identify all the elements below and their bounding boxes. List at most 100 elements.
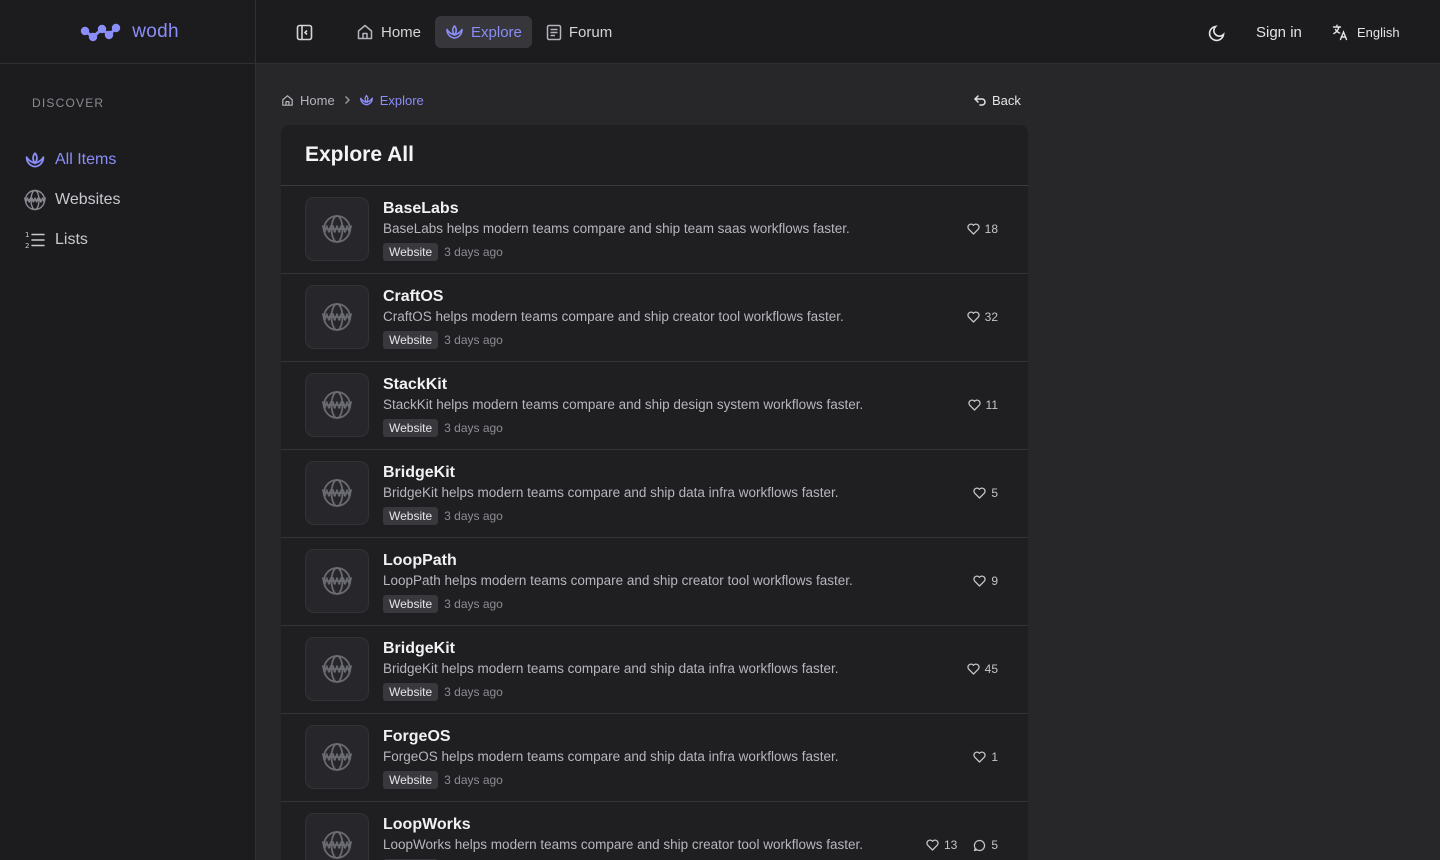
item-title[interactable]: BridgeKit	[383, 640, 455, 658]
item-title[interactable]: ForgeOS	[383, 728, 451, 746]
item-thumbnail: WWW	[305, 725, 369, 789]
like-count: 11	[985, 398, 998, 412]
nav-forum-label: Forum	[568, 23, 613, 41]
breadcrumb-home[interactable]: Home	[281, 93, 335, 108]
heart-icon	[967, 311, 980, 323]
svg-text:WWW: WWW	[322, 401, 352, 412]
item-stats: 9	[973, 574, 998, 588]
nav-forum[interactable]: Forum	[536, 16, 622, 48]
item-stats: 1	[973, 750, 998, 764]
item-meta: Website 3 days ago	[383, 683, 503, 701]
list-item[interactable]: WWW LoopPath LoopPath helps modern teams…	[281, 538, 1028, 626]
www-globe-icon: WWW	[322, 214, 352, 244]
item-title[interactable]: BaseLabs	[383, 200, 459, 218]
item-thumbnail: WWW	[305, 461, 369, 525]
item-timestamp: 3 days ago	[444, 421, 503, 435]
sidebar-item-label: All Items	[55, 151, 117, 168]
language-label: English	[1357, 24, 1400, 40]
svg-text:WWW: WWW	[322, 225, 352, 236]
nav-explore[interactable]: Explore	[435, 16, 532, 48]
like-count: 1	[991, 750, 998, 764]
list-item[interactable]: WWW ForgeOS ForgeOS helps modern teams c…	[281, 714, 1028, 802]
item-title[interactable]: LoopWorks	[383, 816, 471, 834]
language-selector[interactable]: English	[1322, 18, 1410, 46]
www-globe-icon: WWW	[322, 390, 352, 420]
sidebar-item-lists[interactable]: 1 2 Lists	[24, 220, 232, 260]
item-tag[interactable]: Website	[383, 683, 439, 701]
item-description: BaseLabs helps modern teams compare and …	[383, 221, 850, 236]
item-title[interactable]: LoopPath	[383, 552, 457, 570]
main-nav: Home Explore Forum	[346, 16, 622, 48]
www-globe-icon: WWW	[322, 742, 352, 772]
nav-explore-label: Explore	[471, 23, 522, 41]
item-tag[interactable]: Website	[383, 243, 439, 261]
like-count: 5	[991, 486, 998, 500]
list-item[interactable]: WWW BridgeKit BridgeKit helps modern tea…	[281, 626, 1028, 714]
sidebar-list: All Items WWW Websites 1 2 Lists	[24, 140, 232, 260]
home-icon	[356, 23, 374, 41]
sidebar-item-websites[interactable]: WWW Websites	[24, 180, 232, 220]
item-thumbnail: WWW	[305, 637, 369, 701]
item-list: WWW BaseLabs BaseLabs helps modern teams…	[281, 186, 1028, 860]
sidebar-toggle-button[interactable]	[292, 20, 316, 44]
moon-icon	[1208, 23, 1227, 42]
like-count: 9	[991, 574, 998, 588]
like-button[interactable]: 18	[967, 222, 998, 236]
item-description: StackKit helps modern teams compare and …	[383, 397, 864, 412]
item-stats: 32	[967, 310, 998, 324]
list-item[interactable]: WWW BridgeKit BridgeKit helps modern tea…	[281, 450, 1028, 538]
list-item[interactable]: WWW BaseLabs BaseLabs helps modern teams…	[281, 186, 1028, 274]
www-globe-icon: WWW	[322, 654, 352, 684]
comment-count: 5	[991, 838, 998, 852]
item-description: ForgeOS helps modern teams compare and s…	[383, 749, 839, 764]
item-title[interactable]: CraftOS	[383, 288, 443, 306]
item-tag[interactable]: Website	[383, 331, 439, 349]
item-meta: Website 3 days ago	[383, 331, 503, 349]
heart-icon	[926, 839, 939, 851]
heart-icon	[973, 751, 986, 763]
breadcrumb-explore[interactable]: Explore	[359, 93, 424, 108]
like-button[interactable]: 1	[973, 750, 998, 764]
like-button[interactable]: 11	[967, 398, 998, 412]
panel-header: Explore All	[281, 125, 1028, 186]
item-timestamp: 3 days ago	[444, 245, 503, 259]
comment-button[interactable]: 5	[973, 838, 998, 852]
svg-text:WWW: WWW	[322, 665, 352, 676]
like-button[interactable]: 5	[973, 486, 998, 500]
like-button[interactable]: 32	[967, 310, 998, 324]
svg-text:1: 1	[25, 231, 29, 239]
sidebar-item-all-items[interactable]: All Items	[24, 140, 232, 180]
like-button[interactable]: 45	[967, 662, 998, 676]
heart-icon	[973, 575, 986, 587]
item-timestamp: 3 days ago	[444, 333, 503, 347]
back-button[interactable]: Back	[973, 90, 1021, 110]
nav-home[interactable]: Home	[346, 16, 431, 48]
like-button[interactable]: 13	[926, 838, 957, 852]
item-stats: 18	[967, 222, 998, 236]
item-tag[interactable]: Website	[383, 507, 439, 525]
like-count: 18	[984, 222, 998, 236]
www-globe-icon: WWW	[322, 302, 352, 332]
list-item[interactable]: WWW CraftOS CraftOS helps modern teams c…	[281, 274, 1028, 362]
item-title[interactable]: BridgeKit	[383, 464, 455, 482]
item-title[interactable]: StackKit	[383, 376, 447, 394]
heart-icon	[973, 487, 986, 499]
item-tag[interactable]: Website	[383, 419, 439, 437]
item-timestamp: 3 days ago	[444, 773, 503, 787]
item-tag[interactable]: Website	[383, 595, 439, 613]
sign-in-button[interactable]: Sign in	[1246, 18, 1312, 46]
item-meta: Website 3 days ago	[383, 243, 503, 261]
item-tag[interactable]: Website	[383, 771, 439, 789]
item-stats: 13 5	[926, 838, 998, 852]
item-stats: 5	[973, 486, 998, 500]
sidebar-item-label: Websites	[55, 191, 121, 208]
like-button[interactable]: 9	[973, 574, 998, 588]
item-description: LoopWorks helps modern teams compare and…	[383, 837, 863, 852]
list-item[interactable]: WWW StackKit StackKit helps modern teams…	[281, 362, 1028, 450]
brand-name: wodh	[132, 21, 179, 42]
lotus-icon	[24, 151, 46, 170]
brand-logo[interactable]: wodh	[0, 0, 256, 64]
list-item[interactable]: WWW LoopWorks LoopWorks helps modern tea…	[281, 802, 1028, 860]
theme-toggle-button[interactable]	[1205, 20, 1229, 44]
item-timestamp: 3 days ago	[444, 509, 503, 523]
